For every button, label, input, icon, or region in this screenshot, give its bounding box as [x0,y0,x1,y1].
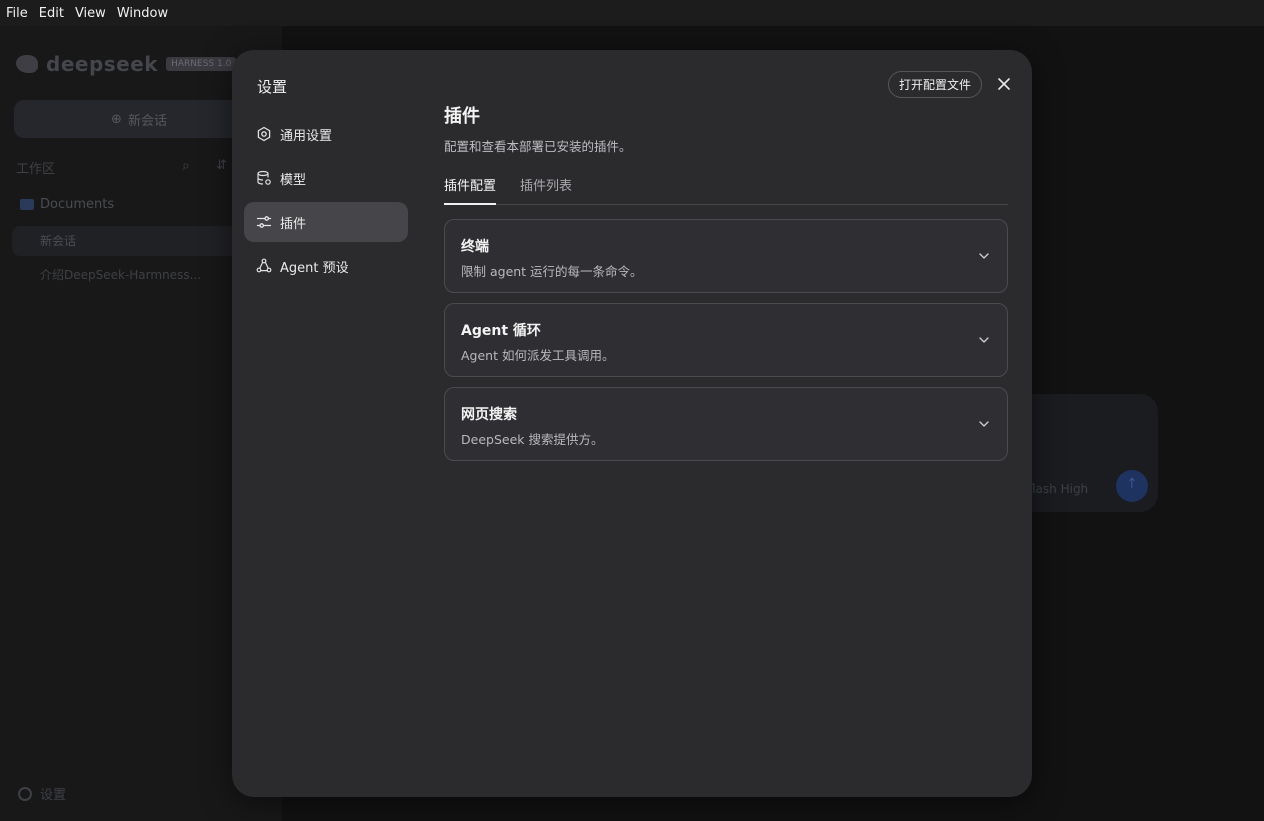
tab-plugin-config[interactable]: 插件配置 [444,171,497,205]
card-description: Agent 如何派发工具调用。 [461,348,615,363]
new-chat-label: 新会话 [127,113,167,129]
nav-item-label: 通用设置 [280,128,333,144]
logo-text: deepseek [46,52,159,76]
nav-item-model[interactable]: 模型 [244,158,408,198]
nav-item-plugins[interactable]: 插件 [244,202,408,242]
arrow-up-icon: ↑ [1126,476,1138,492]
sidebar-settings[interactable]: 设置 [18,784,66,803]
settings-modal: 设置 打开配置文件 通用设置 模型 插件 Agent 预设 插件 配置和查看本部… [232,50,1032,797]
nav-item-label: 插件 [280,216,307,232]
logo-badge: HARNESS 1.0 [166,57,237,71]
chevron-down-icon[interactable] [977,416,991,430]
modal-title: 设置 [257,78,288,96]
app-logo: deepseek HARNESS 1.0 [16,52,237,76]
tab-bar: 插件配置 插件列表 [444,171,1008,205]
whale-logo-icon [16,55,38,73]
menu-bar: File Edit View Window [0,0,1264,26]
chevron-down-icon[interactable] [977,248,991,262]
chevron-down-icon[interactable] [977,332,991,346]
plugins-panel: 插件 配置和查看本部署已安装的插件。 插件配置 插件列表 终端 限制 agent… [444,102,1008,461]
list-item[interactable]: 介绍DeepSeek-Harmness... [40,266,201,283]
card-title: 网页搜索 [461,407,517,423]
gear-icon [18,786,32,801]
menu-view[interactable]: View [75,6,106,21]
menu-edit[interactable]: Edit [39,6,64,21]
nav-item-agent-presets[interactable]: Agent 预设 [244,246,408,286]
folder-icon [20,199,34,210]
nav-item-general[interactable]: 通用设置 [244,114,408,154]
menu-window[interactable]: Window [117,6,168,21]
close-icon[interactable] [994,74,1014,94]
settings-nav: 通用设置 模型 插件 Agent 预设 [244,114,408,290]
new-chat-button[interactable]: ⊕ 新会话 [14,100,264,138]
section-description: 配置和查看本部署已安装的插件。 [444,139,632,154]
sidebar-settings-label: 设置 [40,788,67,803]
folder-label: Documents [40,197,115,212]
agent-icon [256,258,272,274]
nav-item-label: Agent 预设 [280,260,349,276]
card-description: DeepSeek 搜索提供方。 [461,432,604,447]
menu-file[interactable]: File [6,6,28,21]
plugin-card-terminal[interactable]: 终端 限制 agent 运行的每一条命令。 [444,219,1008,293]
open-config-button[interactable]: 打开配置文件 [888,71,983,98]
nav-item-label: 模型 [280,172,307,188]
plugin-card-agent-loop[interactable]: Agent 循环 Agent 如何派发工具调用。 [444,303,1008,377]
card-title: Agent 循环 [461,323,541,339]
database-icon [256,170,272,186]
sort-icon[interactable]: ⇵ [216,158,227,173]
model-selector[interactable]: flash High [1028,482,1088,496]
gear-icon [256,126,272,142]
plugin-card-web-search[interactable]: 网页搜索 DeepSeek 搜索提供方。 [444,387,1008,461]
tab-plugin-list[interactable]: 插件列表 [520,171,572,205]
search-icon[interactable]: ⌕ [182,158,190,174]
sliders-icon [256,214,272,230]
card-title: 终端 [461,239,489,255]
folder-documents[interactable]: Documents [20,197,114,212]
workspace-label: 工作区 [16,162,56,177]
card-description: 限制 agent 运行的每一条命令。 [461,264,643,279]
plus-circle-icon: ⊕ [111,111,122,127]
section-title: 插件 [444,106,480,127]
